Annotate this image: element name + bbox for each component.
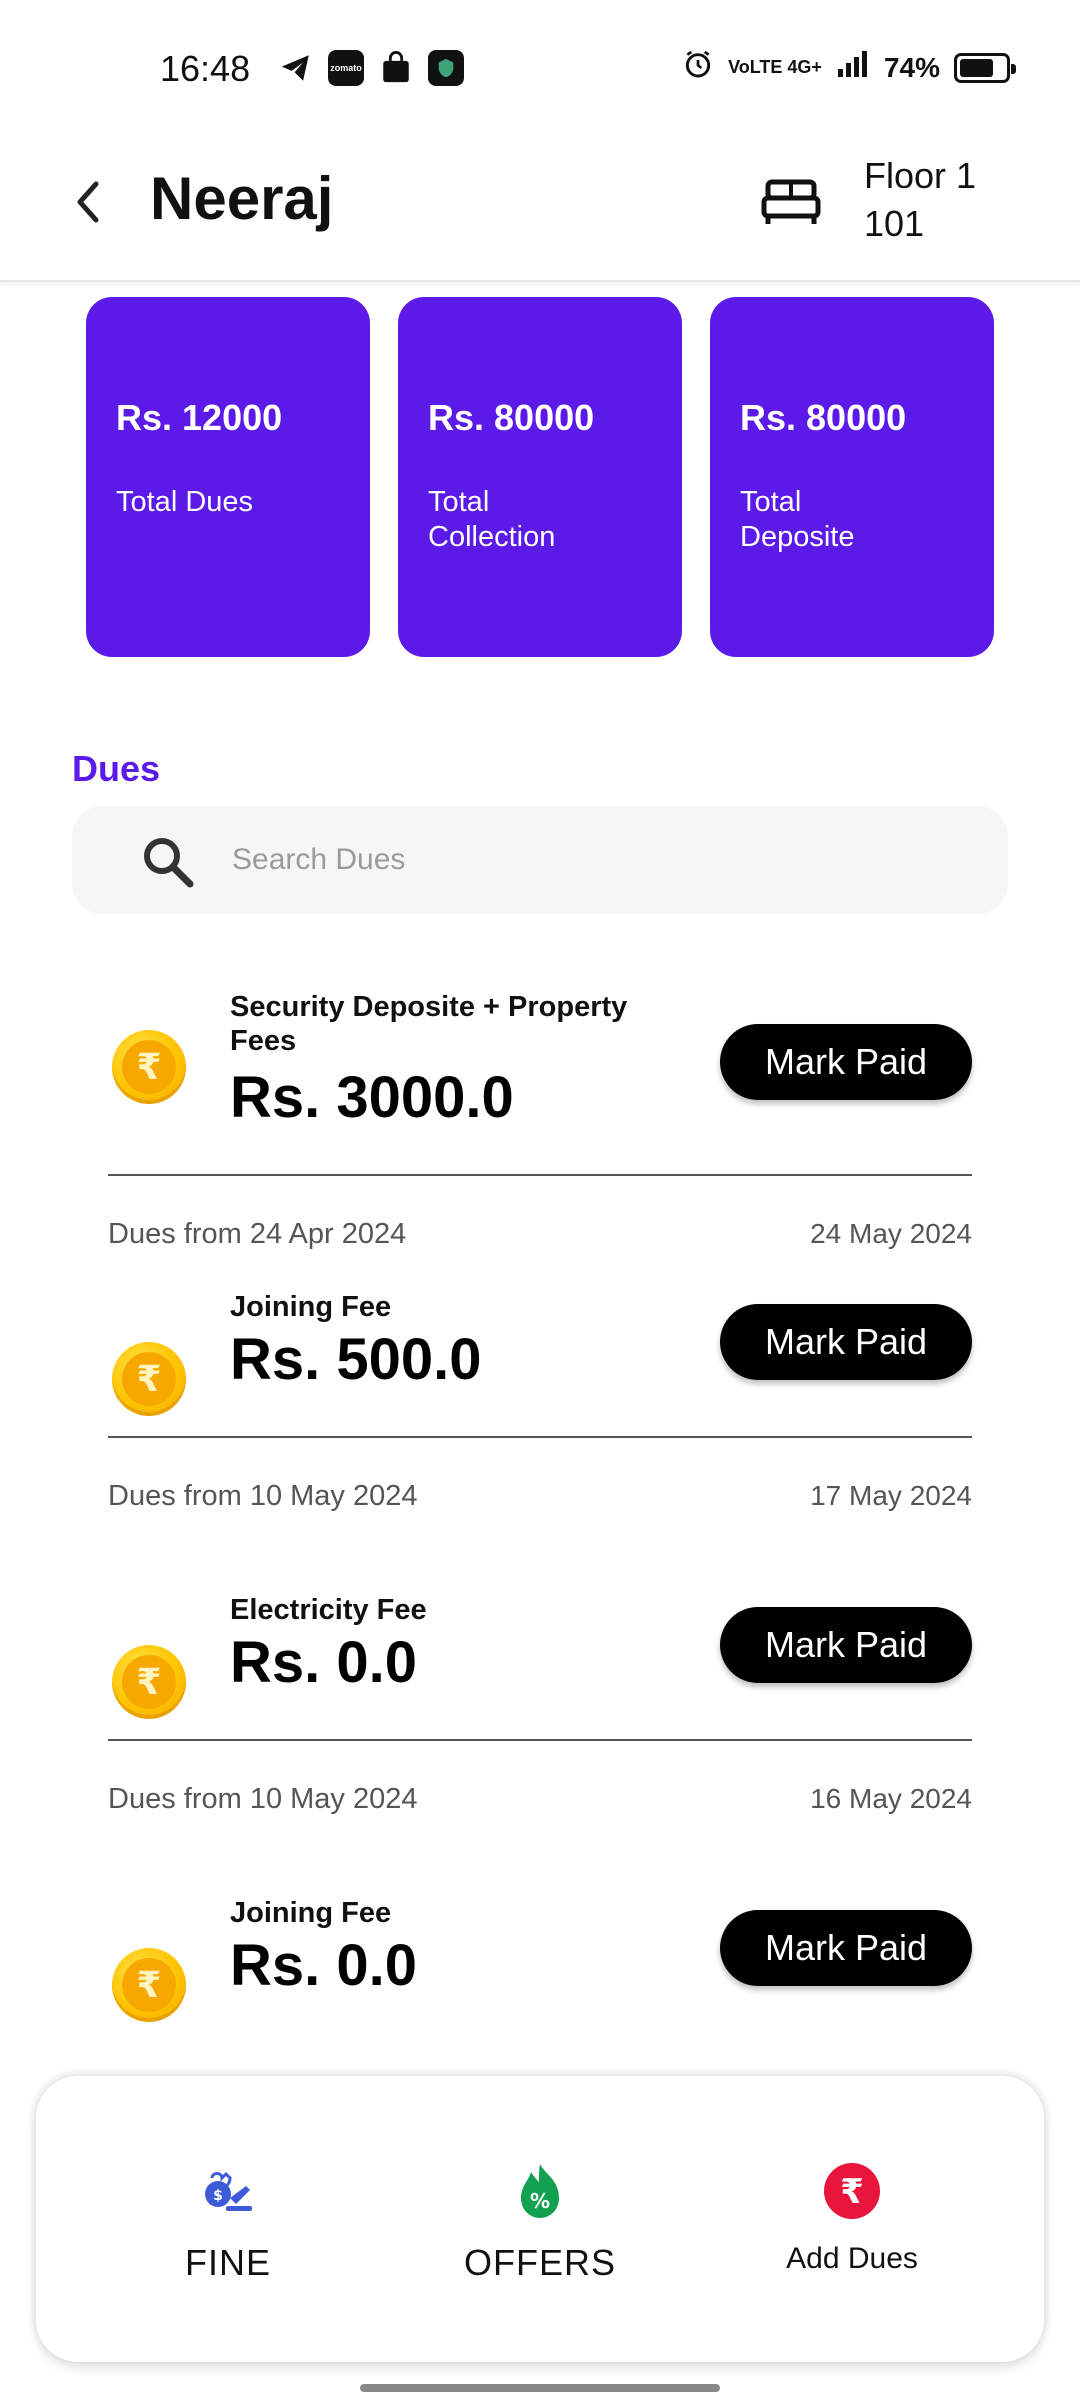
search-input[interactable] bbox=[232, 836, 932, 884]
status-bar: 16:48 zomato VoLTE 4G+ 74% bbox=[0, 0, 1080, 130]
signal-icon bbox=[836, 49, 870, 86]
offers-button[interactable]: % OFFERS bbox=[390, 2076, 690, 2362]
status-app-icons: zomato bbox=[278, 50, 464, 86]
summary-cards: Rs. 12000 Total Dues Rs. 80000 Total Col… bbox=[86, 297, 994, 657]
status-time: 16:48 bbox=[160, 48, 251, 89]
fine-button[interactable]: $ FINE bbox=[78, 2076, 378, 2362]
battery-icon bbox=[954, 52, 1016, 83]
rupee-coin-icon: ₹ bbox=[112, 1030, 186, 1104]
mark-paid-button[interactable]: Mark Paid bbox=[720, 1910, 972, 1986]
svg-text:$: $ bbox=[213, 2188, 223, 2204]
home-indicator[interactable] bbox=[360, 2384, 720, 2392]
bed-icon bbox=[761, 179, 821, 224]
alarm-icon bbox=[682, 48, 714, 87]
due-from-date: Dues from 10 May 2024 bbox=[108, 1480, 418, 1512]
shopping-bag-icon bbox=[378, 50, 414, 86]
network-type: VoLTE 4G+ bbox=[728, 57, 822, 77]
total-collection-card[interactable]: Rs. 80000 Total Collection bbox=[398, 297, 682, 657]
due-title: Security Deposite + Property Fees bbox=[230, 991, 628, 1057]
total-deposite-card[interactable]: Rs. 80000 Total Deposite bbox=[710, 297, 994, 657]
due-title: Joining Fee bbox=[230, 1897, 392, 1929]
floor-label: Floor 1 bbox=[864, 155, 977, 196]
mark-paid-button[interactable]: Mark Paid bbox=[720, 1607, 972, 1683]
card-label: Total Deposite bbox=[740, 486, 855, 553]
nav-label: OFFERS bbox=[463, 2242, 616, 2283]
due-amount: Rs. 500.0 bbox=[230, 1327, 482, 1392]
svg-text:₹: ₹ bbox=[840, 2172, 864, 2212]
app-header: Neeraj Floor 1 101 bbox=[0, 130, 1080, 282]
dues-section-title: Dues bbox=[72, 748, 161, 789]
mark-paid-button[interactable]: Mark Paid bbox=[720, 1304, 972, 1380]
divider bbox=[108, 1739, 972, 1741]
nav-label: FINE bbox=[184, 2242, 271, 2283]
due-date: 16 May 2024 bbox=[810, 1783, 972, 1814]
back-button[interactable] bbox=[62, 172, 112, 232]
card-amount: Rs. 80000 bbox=[740, 397, 907, 438]
room-info: Floor 1 101 bbox=[864, 152, 976, 248]
mark-paid-button[interactable]: Mark Paid bbox=[720, 1024, 972, 1100]
card-amount: Rs. 80000 bbox=[428, 397, 595, 438]
rupee-coin-icon: ₹ bbox=[112, 1342, 186, 1416]
chevron-left-icon bbox=[77, 181, 99, 223]
zomato-icon: zomato bbox=[328, 50, 364, 86]
battery-percent: 74% bbox=[883, 51, 940, 83]
due-title: Electricity Fee bbox=[230, 1594, 427, 1626]
due-date: 24 May 2024 bbox=[810, 1218, 972, 1249]
card-label: Total Collection bbox=[428, 486, 556, 553]
add-dues-button[interactable]: ₹ Add Dues bbox=[702, 2076, 1002, 2362]
svg-text:%: % bbox=[530, 2189, 550, 2213]
status-indicators: VoLTE 4G+ 74% bbox=[682, 48, 1016, 87]
due-from-date: Dues from 24 Apr 2024 bbox=[108, 1218, 407, 1250]
rupee-coin-icon: ₹ bbox=[112, 1948, 186, 2022]
bottom-action-bar: $ FINE % OFFERS ₹ Add Dues bbox=[36, 2076, 1044, 2362]
due-from-date: Dues from 10 May 2024 bbox=[108, 1783, 418, 1815]
page-title: Neeraj bbox=[150, 165, 334, 232]
due-title: Joining Fee bbox=[230, 1291, 392, 1323]
shield-app-icon bbox=[428, 50, 464, 86]
nav-label: Add Dues bbox=[786, 2242, 918, 2275]
due-amount: Rs. 3000.0 bbox=[230, 1065, 514, 1130]
add-dues-rupee-icon: ₹ bbox=[821, 2160, 883, 2222]
search-bar[interactable] bbox=[72, 806, 1008, 914]
telegram-icon bbox=[278, 50, 314, 86]
divider bbox=[108, 1436, 972, 1438]
due-amount: Rs. 0.0 bbox=[230, 1630, 417, 1695]
divider bbox=[108, 1174, 972, 1176]
card-amount: Rs. 12000 bbox=[116, 397, 283, 438]
fine-icon: $ bbox=[197, 2160, 259, 2222]
offers-flame-icon: % bbox=[509, 2160, 571, 2222]
room-number: 101 bbox=[864, 203, 925, 244]
search-icon bbox=[144, 838, 194, 888]
due-date: 17 May 2024 bbox=[810, 1480, 972, 1511]
total-dues-card[interactable]: Rs. 12000 Total Dues bbox=[86, 297, 370, 657]
card-label: Total Dues bbox=[116, 486, 254, 518]
rupee-coin-icon: ₹ bbox=[112, 1645, 186, 1719]
due-amount: Rs. 0.0 bbox=[230, 1933, 417, 1998]
